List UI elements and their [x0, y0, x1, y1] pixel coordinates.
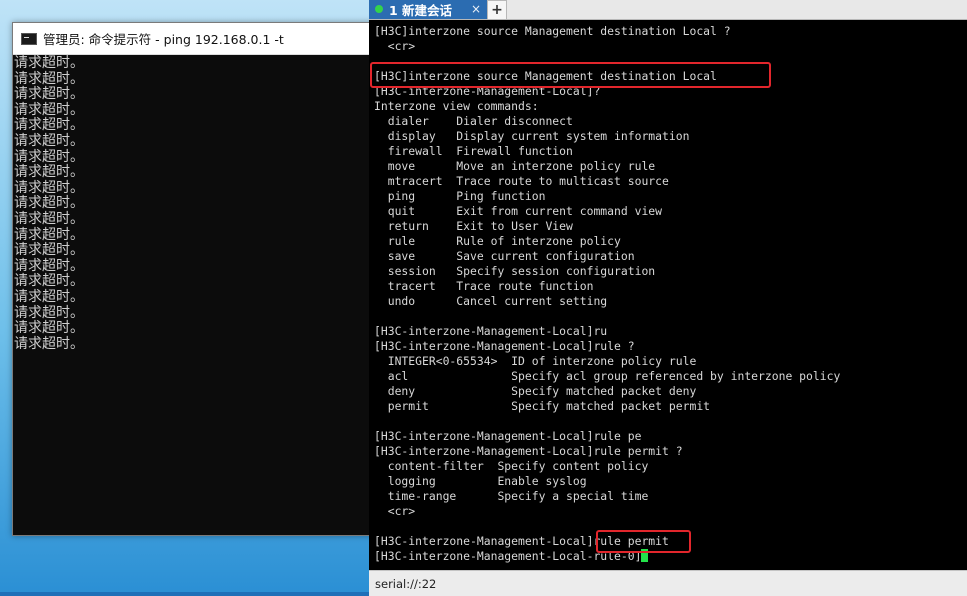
terminal-line: move Move an interzone policy rule: [374, 159, 656, 173]
cmd-output-line: 请求超时。: [14, 304, 84, 321]
cmd-output-line: 请求超时。: [14, 117, 84, 134]
terminal-output: [H3C]interzone source Management destina…: [374, 24, 840, 564]
terminal-line: INTEGER<0-65534> ID of interzone policy …: [374, 354, 697, 368]
cmd-output-line: 请求超时。: [14, 70, 84, 87]
cmd-output-line: 请求超时。: [14, 148, 84, 165]
close-tab-icon[interactable]: ×: [471, 2, 481, 16]
terminal-line: content-filter Specify content policy: [374, 459, 649, 473]
terminal-line: undo Cancel current setting: [374, 294, 608, 308]
cmd-output-line: 请求超时。: [14, 210, 84, 227]
cmd-window[interactable]: 管理员: 命令提示符 - ping 192.168.0.1 -t 请求超时。 请求…: [12, 22, 384, 536]
terminal-line: mtracert Trace route to multicast source: [374, 174, 669, 188]
terminal-line: session Specify session configuration: [374, 264, 656, 278]
cmd-output: 请求超时。 请求超时。 请求超时。 请求超时。 请求超时。 请求超时。 请求超时。 请求超时。…: [13, 55, 383, 352]
terminal-line: deny Specify matched packet deny: [374, 384, 697, 398]
terminal-line: logging Enable syslog: [374, 474, 587, 488]
terminal-line: save Save current configuration: [374, 249, 635, 263]
cmd-output-line: 请求超时。: [14, 164, 84, 181]
terminal-line: permit Specify matched packet permit: [374, 399, 711, 413]
cmd-output-line: 请求超时。: [14, 320, 84, 337]
cmd-output-line: 请求超时。: [14, 288, 84, 305]
terminal-line: firewall Firewall function: [374, 144, 573, 158]
tab-session-1[interactable]: 1 新建会话 ×: [369, 0, 487, 19]
terminal-line: display Display current system informati…: [374, 129, 690, 143]
terminal-line: return Exit to User View: [374, 219, 573, 233]
cmd-window-title: 管理员: 命令提示符 - ping 192.168.0.1 -t: [43, 32, 284, 47]
session-address: serial://:22: [375, 576, 437, 591]
terminal-line: [H3C-interzone-Management-Local]ru: [374, 324, 608, 338]
terminal-line: acl Specify acl group referenced by inte…: [374, 369, 841, 383]
add-tab-button[interactable]: +: [487, 0, 507, 19]
terminal-cursor: [641, 549, 649, 562]
tab-label: 1 新建会话: [389, 2, 453, 18]
terminal-line: Interzone view commands:: [374, 99, 539, 113]
terminal-line: <cr>: [374, 39, 416, 53]
cmd-output-line: 请求超时。: [14, 101, 84, 118]
terminal-line: [H3C]interzone source Management destina…: [374, 69, 717, 83]
terminal-prompt-line: [H3C-interzone-Management-Local-rule-0]: [374, 549, 840, 564]
terminal-line: <cr>: [374, 504, 416, 518]
terminal-line: ping Ping function: [374, 189, 546, 203]
cmd-app-icon: [21, 32, 37, 45]
terminal-line: [H3C]interzone source Management destina…: [374, 24, 731, 38]
terminal-line: [H3C-interzone-Management-Local]rule per…: [374, 444, 683, 458]
terminal-line: [H3C-interzone-Management-Local]rule pe: [374, 429, 642, 443]
terminal-screen[interactable]: [H3C]interzone source Management destina…: [369, 20, 967, 570]
cmd-output-line: 请求超时。: [14, 226, 84, 243]
cmd-output-line: 请求超时。: [14, 55, 84, 71]
terminal-line: [H3C-interzone-Management-Local]?: [374, 84, 601, 98]
terminal-line: rule Rule of interzone policy: [374, 234, 621, 248]
status-bar: serial://:22: [369, 570, 967, 596]
terminal-line: [H3C-interzone-Management-Local]rule ?: [374, 339, 635, 353]
cmd-output-line: 请求超时。: [14, 335, 84, 352]
connected-status-icon: [375, 5, 383, 13]
terminal-prompt: [H3C-interzone-Management-Local-rule-0]: [374, 549, 642, 563]
cmd-output-line: 请求超时。: [14, 195, 84, 212]
terminal-line: tracert Trace route function: [374, 279, 594, 293]
cmd-output-line: 请求超时。: [14, 179, 84, 196]
cmd-titlebar[interactable]: 管理员: 命令提示符 - ping 192.168.0.1 -t: [13, 23, 383, 55]
terminal-window[interactable]: 1 新建会话 × + [H3C]interzone source Managem…: [369, 0, 967, 596]
cmd-output-line: 请求超时。: [14, 273, 84, 290]
cmd-output-line: 请求超时。: [14, 257, 84, 274]
terminal-line: dialer Dialer disconnect: [374, 114, 573, 128]
tab-bar: 1 新建会话 × +: [369, 0, 967, 20]
terminal-line: time-range Specify a special time: [374, 489, 649, 503]
cmd-output-line: 请求超时。: [14, 132, 84, 149]
cmd-output-line: 请求超时。: [14, 242, 84, 259]
cmd-output-line: 请求超时。: [14, 86, 84, 103]
terminal-line: quit Exit from current command view: [374, 204, 663, 218]
terminal-line: [H3C-interzone-Management-Local]rule per…: [374, 534, 669, 548]
